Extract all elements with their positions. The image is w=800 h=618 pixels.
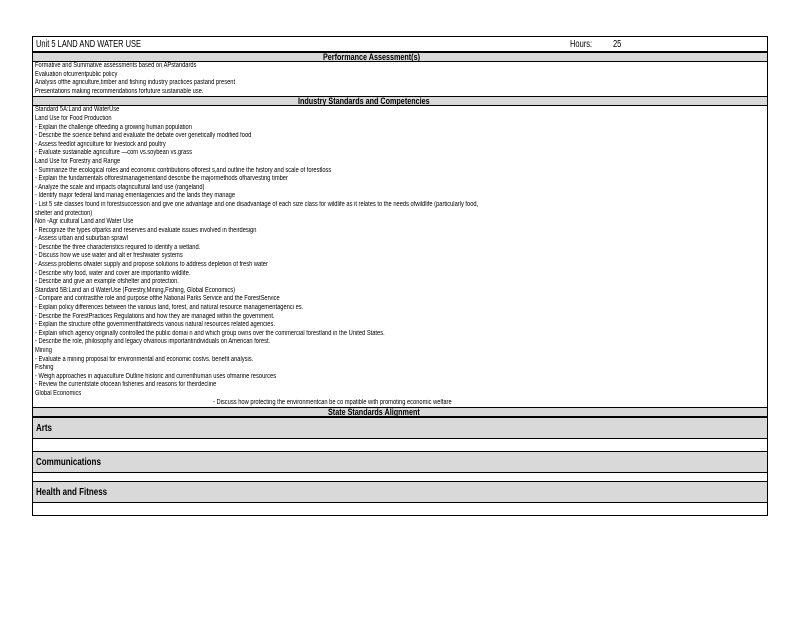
industry-line: - Review the currentstate ofocean fisher…	[35, 381, 217, 389]
state-header: State Standards Alignment	[33, 407, 767, 418]
industry-line: - Discuss how we use water and alt er fr…	[35, 252, 183, 260]
industry-line: - Describe why food, water and cover are…	[35, 269, 191, 277]
industry-line: - Assess feedlot agriculture for livesto…	[35, 140, 166, 148]
performance-header: Performance Assessment(s)	[33, 52, 767, 62]
industry-line: - Explain which agency originally contro…	[35, 329, 385, 337]
industry-line: - List 5 site classes found in forestsuc…	[35, 200, 479, 208]
communications-label: Communications	[36, 457, 101, 469]
state-title: State Standards Alignment	[328, 407, 420, 418]
hours-value: 25	[613, 39, 622, 50]
communications-section: Communications	[33, 451, 767, 474]
arts-section: Arts	[33, 417, 767, 440]
spacer	[33, 473, 767, 482]
industry-line: - Explain the fundamentals offorestmanag…	[35, 175, 288, 183]
industry-line: - Describe the ForestPractices Regulatio…	[35, 312, 275, 320]
industry-line: - Analyze the scale and impacts ofagricu…	[35, 183, 205, 191]
industry-title: Industry Standards and Competencies	[298, 96, 430, 107]
industry-line: Standard 5A:Land and WaterUse	[35, 106, 120, 114]
industry-line: - Describe the role, philosophy and lega…	[35, 338, 271, 346]
industry-header: Industry Standards and Competencies	[33, 96, 767, 107]
industry-line: - Describe and give an example ofshelter…	[35, 278, 179, 286]
performance-line: Evaluation ofcurrentpublic policy	[35, 70, 118, 78]
industry-line: Standard 5B:Land an d WaterUse (Forestry…	[35, 286, 236, 294]
industry-line: Mining	[35, 347, 52, 354]
industry-line: Fishing	[35, 364, 54, 372]
industry-line: Global Economics	[35, 389, 82, 397]
arts-label: Arts	[36, 423, 53, 435]
industry-line: - Recognize the types ofparks and reserv…	[35, 226, 257, 234]
unit-header: Unit 5 LAND AND WATER USE Hours: 25	[33, 37, 767, 52]
industry-line: Land Use for Forestry and Range	[35, 157, 121, 165]
industry-line: - Weigh approaches in aquaculture Outlin…	[35, 372, 277, 380]
performance-line: Presentations making recommendations for…	[35, 87, 204, 95]
industry-line: - Identify major federal land manag emen…	[35, 192, 236, 200]
industry-line: shelter and protection)	[35, 209, 93, 217]
industry-line: - Explain the structure ofthe government…	[35, 321, 275, 329]
hours-label: Hours:	[570, 39, 593, 50]
industry-line: - Summarize the ecological roles and eco…	[35, 166, 332, 174]
performance-list: Formative and Summative assessments base…	[33, 62, 767, 96]
industry-line: - Compare and contrastthe role and purpo…	[35, 295, 280, 303]
industry-line: - Evaluate a mining proposal for environ…	[35, 355, 254, 363]
performance-line: Analysis ofthe agriculture,timber and fi…	[35, 79, 236, 87]
industry-line: - Assess urban and suburban sprawl	[35, 235, 128, 243]
performance-title: Performance Assessment(s)	[323, 52, 420, 62]
industry-line: - Assess problems ofwater supply and pro…	[35, 261, 268, 269]
industry-line: - Explain policy differences between the…	[35, 304, 304, 312]
health-fitness-label: Health and Fitness	[36, 487, 108, 499]
industry-line: - Evaluate sustainable agriculture —corn…	[35, 149, 192, 157]
spacer	[33, 439, 767, 452]
performance-line: Formative and Summative assessments base…	[35, 62, 197, 69]
industry-list: Standard 5A:Land and WaterUse Land Use fo…	[33, 106, 767, 407]
spacer	[33, 503, 767, 516]
health-fitness-section: Health and Fitness	[33, 481, 767, 504]
curriculum-document: Unit 5 LAND AND WATER USE Hours: 25 Perf…	[32, 36, 768, 517]
industry-line: - Discuss how protecting the environment…	[213, 398, 452, 406]
industry-line: - Describe the science behind and evalua…	[35, 132, 252, 140]
industry-line: Land Use for Food Production	[35, 114, 112, 122]
unit-title: Unit 5 LAND AND WATER USE	[36, 39, 142, 50]
industry-line: - Explain the challenge offeeding a grow…	[35, 123, 192, 131]
industry-line: Non -Agr icultural Land and Water Use	[35, 218, 134, 226]
industry-line: - Describe the three characteristics req…	[35, 243, 201, 251]
